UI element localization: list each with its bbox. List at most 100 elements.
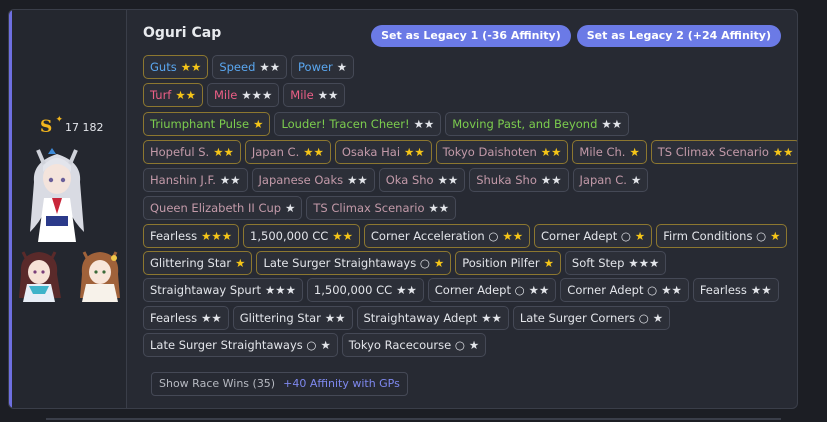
race-wins-label: Show Race Wins (35) <box>159 377 276 390</box>
spark-stars: ★★★ <box>241 88 273 102</box>
spark-tag: Soft Step ★★★ <box>564 251 667 275</box>
spark-tag: Corner Adept ○ ★★ <box>560 278 689 302</box>
set-legacy-2-button[interactable]: Set as Legacy 2 (+24 Affinity) <box>576 25 781 47</box>
spark-stars: ★★ <box>661 283 682 297</box>
horse-sidebar: S ✦ 17 182 <box>12 10 127 408</box>
spark-stars: ★★ <box>540 173 562 187</box>
spark-name: Moving Past, and Beyond <box>452 117 598 131</box>
spark-stars: ★★ <box>347 173 368 187</box>
spark-tag: Tokyo Daishoten ★★ <box>435 140 569 164</box>
spark-stars: ★★ <box>750 283 772 297</box>
spark-row-races: Hanshin J.F. ★★ Japanese Oaks ★★ Oka Sho ★★ Sh… <box>143 168 649 192</box>
spark-stars: ★★ <box>404 145 425 159</box>
spark-name: Hopeful S. <box>150 145 210 159</box>
spark-stars: ★★★ <box>264 283 296 297</box>
spark-name: 1,500,000 CC <box>313 283 393 297</box>
spark-stars: ★★ <box>413 117 435 131</box>
spark-name: Corner Adept ○ <box>541 229 631 243</box>
spark-tag: Glittering Star ★★ <box>232 306 353 330</box>
spark-name: Soft Step <box>571 256 625 270</box>
spark-stars: ★★ <box>201 311 222 325</box>
spark-stars: ★★ <box>481 311 502 325</box>
spark-name: TS Climax Scenario <box>657 145 769 159</box>
horse-name: Oguri Cap <box>143 25 222 41</box>
spark-name: Corner Adept ○ <box>567 283 658 297</box>
spark-name: Corner Acceleration ○ <box>370 229 499 243</box>
spark-stars: ★★ <box>180 60 202 74</box>
spark-name: Mile Ch. <box>579 145 626 159</box>
character-portrait[interactable] <box>24 142 90 248</box>
rank-plus-icon: ✦ <box>55 115 63 125</box>
spark-stars: ★ <box>285 201 296 215</box>
spark-stars: ★ <box>770 229 781 243</box>
spark-row-skills-2: Fearless ★★ Glittering Star ★★ Straightaway … <box>143 306 671 330</box>
spark-tag: Guts ★★ <box>143 55 209 79</box>
spark-stars: ★★ <box>601 117 623 131</box>
spark-tag: Glittering Star ★ <box>143 251 253 275</box>
spark-tag: Fearless ★★ <box>692 278 779 302</box>
spark-tag: Mile ★★ <box>283 83 346 107</box>
spark-tag: Fearless ★★ <box>143 306 229 330</box>
spark-tag: Late Surger Straightaways ○ ★ <box>143 333 338 357</box>
spark-stars: ★ <box>468 338 480 352</box>
gp-affinity-label: +40 Affinity with GPs <box>283 377 400 390</box>
spark-name: Mile <box>213 88 238 102</box>
spark-name: Fearless <box>150 311 198 325</box>
spark-stars: ★ <box>336 60 348 74</box>
spark-stars: ★★★ <box>628 256 660 270</box>
spark-tag: Power ★ <box>291 55 355 79</box>
spark-tag: Hanshin J.F. ★★ <box>143 168 248 192</box>
spark-tag: Japan C. ★★ <box>244 140 331 164</box>
spark-tag: Speed ★★ <box>212 55 288 79</box>
spark-name: Late Surger Corners ○ <box>519 311 649 325</box>
spark-name: Louder! Tracen Cheer! <box>281 117 410 131</box>
spark-stars: ★ <box>630 173 642 187</box>
spark-stars: ★ <box>543 256 554 270</box>
parent-2-portrait[interactable] <box>74 248 126 302</box>
spark-tag: Late Surger Straightaways ○ ★ <box>256 251 452 275</box>
spark-name: Mile <box>290 88 314 102</box>
spark-name: Tokyo Daishoten <box>442 145 537 159</box>
spark-tag: Corner Adept ○ ★ <box>534 224 653 248</box>
spark-tag: Moving Past, and Beyond ★★ <box>445 112 630 136</box>
spark-name: Japan C. <box>579 173 627 187</box>
spark-stars: ★★ <box>502 229 524 243</box>
spark-stars: ★ <box>253 117 264 131</box>
spark-tag: TS Climax Scenario ★★ <box>650 140 797 164</box>
spark-name: Osaka Hai <box>341 145 401 159</box>
legacy-buttons: Set as Legacy 1 (-36 Affinity) Set as Le… <box>371 25 781 47</box>
parent-1-portrait[interactable] <box>15 248 67 302</box>
spark-name: Japan C. <box>251 145 300 159</box>
spark-tag: Mile Ch. ★ <box>572 140 647 164</box>
spark-stars: ★★ <box>303 145 324 159</box>
spark-tag: Osaka Hai ★★ <box>334 140 432 164</box>
spark-tag: Position Pilfer ★ <box>455 251 561 275</box>
race-wins-toggle[interactable]: Show Race Wins (35) +40 Affinity with GP… <box>151 372 408 396</box>
spark-tag: Straightaway Spurt ★★★ <box>143 278 303 302</box>
spark-tag: Corner Adept ○ ★★ <box>427 278 557 302</box>
spark-tag: Mile ★★★ <box>206 83 280 107</box>
spark-name: Japanese Oaks <box>258 173 344 187</box>
spark-name: Turf <box>150 88 172 102</box>
spark-tag: Fearless ★★★ <box>143 224 240 248</box>
spark-name: Shuka Sho <box>476 173 537 187</box>
spark-name: 1,500,000 CC <box>250 229 329 243</box>
spark-tag: Oka Sho ★★ <box>378 168 466 192</box>
spark-stars: ★★ <box>772 145 794 159</box>
spark-tag: Straightaway Adept ★★ <box>356 306 509 330</box>
spark-name: Glittering Star <box>239 311 321 325</box>
spark-tag: Turf ★★ <box>143 83 203 107</box>
spark-name: Late Surger Straightaways ○ <box>150 338 317 352</box>
spark-name: Straightaway Spurt <box>150 283 261 297</box>
rank-letter: S <box>40 117 53 137</box>
spark-stars: ★★ <box>175 88 196 102</box>
spark-stars: ★★ <box>213 145 234 159</box>
spark-stars: ★★ <box>324 311 346 325</box>
legacy-card: S ✦ 17 182 Oguri Cap Set as Legacy 1 (-3… <box>8 9 798 409</box>
spark-row-races-2: Queen Elizabeth II Cup ★ TS Climax Scenari… <box>143 196 457 220</box>
spark-stars: ★★ <box>540 145 562 159</box>
spark-stars: ★★ <box>259 60 281 74</box>
spark-name: Glittering Star <box>150 256 232 270</box>
set-legacy-1-button[interactable]: Set as Legacy 1 (-36 Affinity) <box>371 25 571 47</box>
spark-tag: Tokyo Racecourse ○ ★ <box>341 333 487 357</box>
